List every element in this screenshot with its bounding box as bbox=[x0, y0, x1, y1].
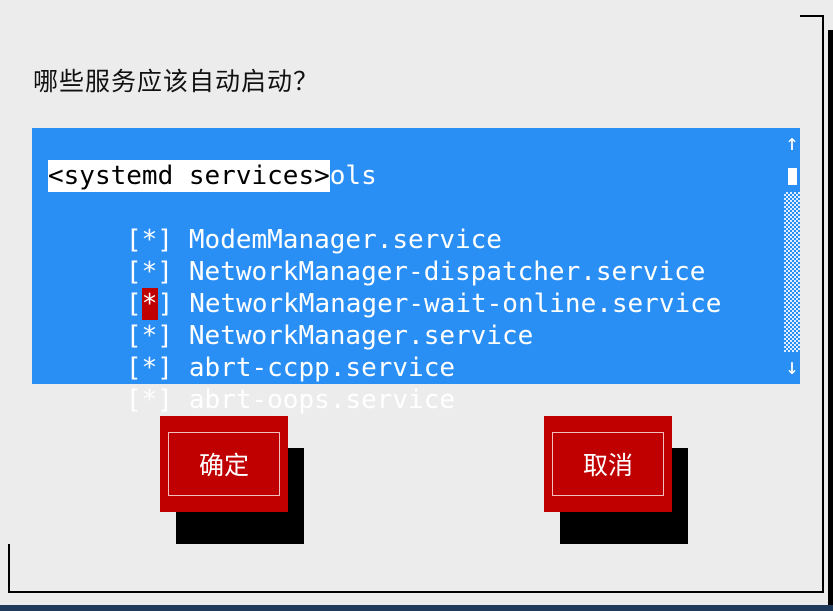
scroll-down-arrow-icon[interactable]: ↓ bbox=[784, 352, 800, 384]
list-item-focused[interactable]: [*] NetworkManager-wait-online.service bbox=[32, 256, 721, 320]
tui-screen: 哪些服务应该自动启动？ [*]vmware-tools <systemd ser… bbox=[0, 0, 833, 611]
service-name: abrt-oops.service bbox=[188, 385, 455, 415]
dialog-frame-right bbox=[822, 15, 824, 593]
screen-bottom-bar bbox=[0, 605, 833, 611]
section-header: <systemd services> bbox=[48, 160, 330, 192]
list-item[interactable]: [*] ModemManager.service bbox=[32, 192, 502, 255]
list-item[interactable]: [*] abrt-oops.service bbox=[32, 352, 455, 415]
scrollbar-track[interactable] bbox=[784, 256, 800, 288]
dialog-shadow bbox=[828, 30, 833, 605]
scrollbar-thumb[interactable] bbox=[788, 168, 797, 185]
dialog-frame-bottom bbox=[8, 591, 824, 593]
list-item[interactable]: [*]vmware-tools bbox=[32, 128, 377, 191]
scrollbar-track[interactable] bbox=[784, 224, 800, 256]
ok-button[interactable]: 确定 bbox=[160, 416, 288, 512]
checkbox[interactable]: [*] bbox=[126, 384, 173, 416]
list-item[interactable]: [*] NetworkManager.service bbox=[32, 288, 533, 351]
dialog-frame-left bbox=[8, 544, 10, 593]
cancel-button[interactable]: 取消 bbox=[544, 416, 672, 512]
scrollbar-track[interactable] bbox=[784, 320, 800, 352]
ok-button-label: 确定 bbox=[168, 432, 280, 496]
dialog-prompt: 哪些服务应该自动启动？ bbox=[33, 67, 320, 96]
list-item[interactable]: [*] NetworkManager-dispatcher.service bbox=[32, 224, 706, 287]
scroll-up-arrow-icon[interactable]: ↑ bbox=[784, 128, 800, 160]
services-checklist[interactable]: [*]vmware-tools <systemd services> [*]Mo… bbox=[32, 128, 800, 415]
dialog-frame-top bbox=[800, 15, 824, 17]
scrollbar-track[interactable] bbox=[784, 288, 800, 320]
cancel-button-label: 取消 bbox=[552, 432, 664, 496]
list-item[interactable]: [*] abrt-ccpp.service bbox=[32, 320, 455, 383]
scrollbar-track[interactable] bbox=[784, 192, 800, 224]
